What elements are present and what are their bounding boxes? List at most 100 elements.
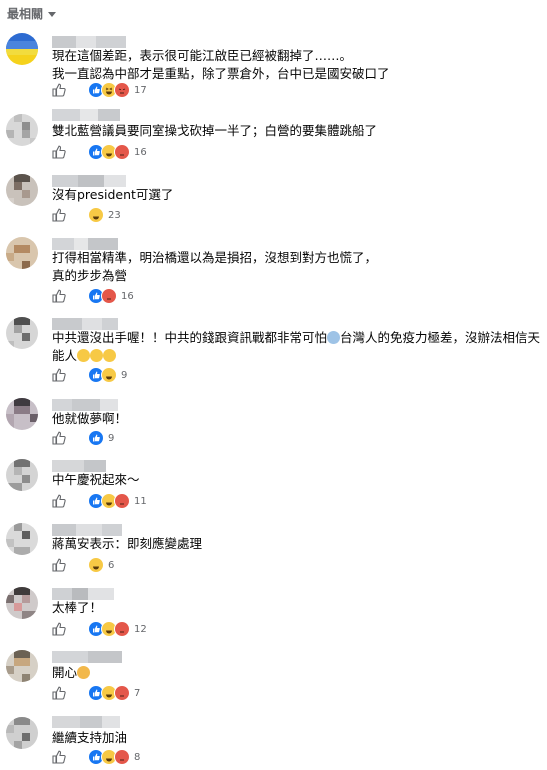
reaction-count: 9 [108,432,115,444]
blurred-avatar-image [6,174,38,206]
comment-actions: 11 [52,493,147,509]
haha-reaction-icon [101,367,117,383]
comment: 他就做夢啊！ 9 [0,396,547,446]
laughing-face-icon [90,349,104,362]
blurred-avatar-image [6,523,38,555]
reaction-summary[interactable]: 16 [88,288,134,304]
comment-actions: 16 [52,144,147,160]
reaction-summary[interactable]: 11 [88,493,147,509]
blurred-avatar-image [6,317,38,349]
author-name[interactable] [52,521,142,536]
laughing-face-icon [103,349,117,362]
comment: 打得相當精準，明治橋還以為是損招，沒想到對方也慌了， 真的步步為營 16 [0,235,547,304]
comment: 蔣萬安表示：即刻應變處理 6 [0,521,547,573]
avatar[interactable] [6,114,38,146]
reaction-summary[interactable]: 12 [88,621,147,637]
comment-text: 繼續支持加油 [52,730,128,745]
avatar[interactable] [6,717,38,749]
comment-actions: 8 [52,749,140,765]
author-name[interactable] [52,315,142,330]
comment-actions: 7 [52,685,140,701]
sort-dropdown[interactable]: 最相關 [7,4,57,22]
avatar[interactable] [6,174,38,206]
sort-label: 最相關 [7,6,44,21]
comment-text: 他就做夢啊！ [52,411,128,426]
comment: 開心 7 [0,648,547,702]
angry-reaction-icon [114,685,130,701]
screaming-face-icon [327,331,341,344]
angry-reaction-icon [114,493,130,509]
reaction-summary[interactable]: 23 [88,207,121,223]
comment-text: 中午慶祝起來～ [52,472,140,487]
reaction-summary[interactable]: 7 [88,685,140,701]
author-name[interactable] [52,396,142,411]
like-icon[interactable] [52,83,66,97]
comment-text: 現在這個差距，表示很可能江啟臣已經被翻掉了……。 我一直認為中部才是重點，除了票… [52,48,390,81]
avatar[interactable] [6,587,38,619]
comment-text: 中共還沒出手喔！！中共的錢跟資訊戰都非常可怕 台灣人的免疫力極差，沒辦法相信天 能… [52,330,541,363]
comment-actions: 6 [52,557,114,573]
comment: 現在這個差距，表示很可能江啟臣已經被翻掉了……。 我一直認為中部才是重點，除了票… [0,33,547,98]
like-icon[interactable] [52,208,66,222]
avatar[interactable] [6,33,38,65]
comment-text: 開心 [52,664,537,682]
haha-reaction-icon [88,557,104,573]
blurred-avatar-image [6,459,38,491]
author-name[interactable] [52,106,142,121]
like-icon[interactable] [52,145,66,159]
blurred-avatar-image [6,237,38,269]
like-icon[interactable] [52,289,66,303]
author-name[interactable] [52,585,142,600]
like-icon[interactable] [52,622,66,636]
avatar[interactable] [6,317,38,349]
blurred-avatar-image [6,114,38,146]
author-name[interactable] [52,648,142,663]
comment: 沒有president可選了 23 [0,172,547,223]
avatar[interactable] [6,398,38,430]
avatar[interactable] [6,459,38,491]
comment: 中共還沒出手喔！！中共的錢跟資訊戰都非常可怕 台灣人的免疫力極差，沒辦法相信天 能… [0,315,547,385]
blurred-avatar-image [6,650,38,682]
reaction-summary[interactable]: 6 [88,557,114,573]
avatar[interactable] [6,237,38,269]
reaction-summary[interactable]: 16 [88,144,147,160]
comment-actions: 16 [52,288,134,304]
reaction-count: 11 [134,495,147,507]
avatar[interactable] [6,650,38,682]
author-name[interactable] [52,713,142,728]
author-name[interactable] [52,33,142,48]
author-name[interactable] [52,172,142,187]
like-icon[interactable] [52,368,66,382]
angry-reaction-icon [114,82,130,98]
reaction-summary[interactable]: 17 [88,82,147,98]
angry-reaction-icon [114,621,130,637]
chevron-down-icon [48,11,57,17]
blurred-avatar-image [6,398,38,430]
like-icon[interactable] [52,750,66,764]
like-icon[interactable] [52,558,66,572]
comment: 繼續支持加油 8 [0,713,547,769]
avatar[interactable] [6,523,38,555]
comment-actions: 17 [52,82,147,98]
reaction-summary[interactable]: 8 [88,749,140,765]
reaction-summary[interactable]: 9 [88,430,114,446]
like-icon[interactable] [52,686,66,700]
comment-actions: 9 [52,430,114,446]
like-icon[interactable] [52,431,66,445]
party-face-icon [77,666,91,679]
author-name[interactable] [52,457,142,472]
reaction-count: 23 [108,209,121,221]
reaction-count: 7 [134,687,141,699]
author-name[interactable] [52,235,142,250]
comment-text: 打得相當精準，明治橋還以為是損招，沒想到對方也慌了， 真的步步為營 [52,250,378,283]
like-reaction-icon [88,430,104,446]
comment-text: 沒有president可選了 [52,187,174,202]
angry-reaction-icon [114,144,130,160]
comment-text: 雙北藍營議員要同室操戈砍掉一半了；白營的要集體跳船了 [52,123,378,138]
comment-actions: 12 [52,621,147,637]
reaction-count: 16 [134,146,147,158]
like-icon[interactable] [52,494,66,508]
comment: 中午慶祝起來～ 11 [0,457,547,509]
reaction-summary[interactable]: 9 [88,367,127,383]
reaction-count: 8 [134,751,141,763]
